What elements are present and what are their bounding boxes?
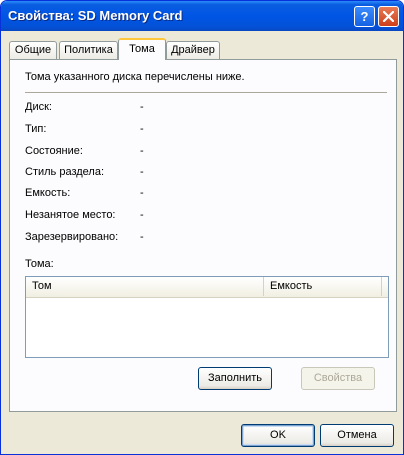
prop-label-partition-style: Стиль раздела: bbox=[25, 166, 105, 178]
volumes-list[interactable]: Том Емкость bbox=[25, 276, 389, 358]
tab-policy[interactable]: Политика bbox=[59, 41, 118, 59]
title-bar[interactable]: Свойства: SD Memory Card ? bbox=[1, 1, 403, 31]
populate-button[interactable]: Заполнить bbox=[198, 367, 272, 390]
properties-button[interactable]: Свойства bbox=[301, 367, 375, 390]
close-button[interactable] bbox=[378, 6, 399, 27]
intro-text: Тома указанного диска перечислены ниже. bbox=[25, 71, 245, 83]
ok-button[interactable]: OK bbox=[241, 424, 315, 447]
prop-value-status: - bbox=[140, 145, 144, 157]
volumes-tab-panel: Тома указанного диска перечислены ниже. … bbox=[9, 59, 397, 412]
prop-label-type: Тип: bbox=[25, 123, 47, 135]
column-header-volume[interactable]: Том bbox=[26, 277, 264, 296]
prop-label-reserved: Зарезервировано: bbox=[25, 231, 119, 243]
tab-general[interactable]: Общие bbox=[9, 41, 57, 59]
prop-label-unallocated: Незанятое место: bbox=[25, 209, 116, 221]
help-button[interactable]: ? bbox=[354, 6, 375, 27]
list-header: Том Емкость bbox=[26, 277, 388, 298]
column-header-capacity[interactable]: Емкость bbox=[264, 277, 382, 296]
prop-value-type: - bbox=[140, 123, 144, 135]
prop-value-disk: - bbox=[140, 101, 144, 113]
tab-driver[interactable]: Драйвер bbox=[166, 41, 220, 59]
prop-value-unallocated: - bbox=[140, 209, 144, 221]
window-title: Свойства: SD Memory Card bbox=[8, 8, 183, 23]
prop-value-partition-style: - bbox=[140, 166, 144, 178]
close-icon bbox=[382, 10, 395, 23]
help-icon: ? bbox=[360, 9, 369, 24]
prop-value-reserved: - bbox=[140, 231, 144, 243]
prop-label-capacity: Емкость: bbox=[25, 187, 71, 199]
cancel-button[interactable]: Отмена bbox=[320, 424, 394, 447]
prop-label-status: Состояние: bbox=[25, 145, 83, 157]
tab-volumes[interactable]: Тома bbox=[118, 38, 166, 60]
volumes-label: Тома: bbox=[25, 258, 54, 270]
prop-label-disk: Диск: bbox=[25, 101, 52, 113]
separator bbox=[25, 92, 387, 93]
prop-value-capacity: - bbox=[140, 187, 144, 199]
properties-dialog: Свойства: SD Memory Card ? Общие Политик… bbox=[0, 0, 404, 455]
